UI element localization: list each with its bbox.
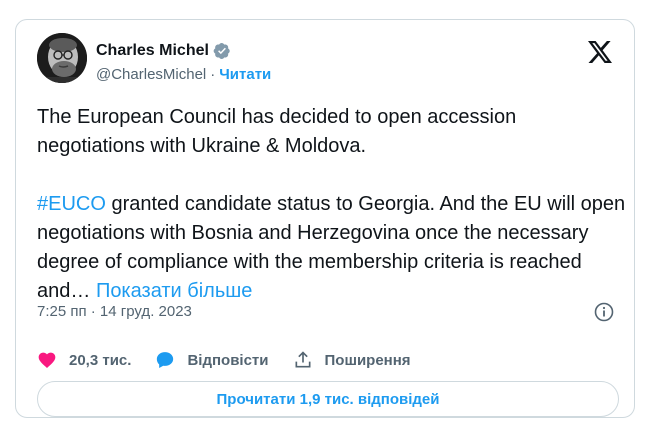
separator-dot: ·: [210, 65, 216, 83]
tweet-paragraph-2: #EUCO granted candidate status to Georgi…: [37, 190, 627, 306]
share-label: Поширення: [324, 351, 411, 369]
author-name[interactable]: Charles Michel: [96, 42, 209, 60]
tweet-timestamp[interactable]: 7:25 пп · 14 груд. 2023: [37, 303, 192, 320]
share-button[interactable]: Поширення: [293, 350, 411, 370]
info-icon[interactable]: [594, 302, 614, 322]
heart-icon: [38, 352, 56, 368]
tweet-paragraph-1: The European Council has decided to open…: [37, 106, 517, 157]
show-more-link[interactable]: Показати більше: [96, 280, 252, 302]
reply-bubble-icon: [157, 352, 174, 368]
follow-button[interactable]: Читати: [219, 66, 271, 83]
share-icon: [295, 351, 310, 368]
author-block: Charles Michel @CharlesMichel · Читати: [96, 40, 271, 85]
x-logo-icon[interactable]: [588, 41, 612, 63]
reply-label: Відповісти: [187, 351, 269, 369]
author-handle[interactable]: @CharlesMichel: [96, 66, 206, 83]
reply-button[interactable]: Відповісти: [155, 350, 269, 370]
like-count: 20,3 тис.: [69, 351, 132, 369]
read-replies-button[interactable]: Прочитати 1,9 тис. відповідей: [37, 381, 619, 417]
tweet-card: Charles Michel @CharlesMichel · Читати T…: [15, 19, 635, 418]
verified-badge-icon: [213, 42, 231, 60]
hashtag-link[interactable]: #EUCO: [37, 193, 106, 215]
like-button[interactable]: 20,3 тис.: [37, 350, 131, 370]
tweet-text: The European Council has decided to open…: [37, 103, 627, 306]
avatar[interactable]: [37, 33, 87, 83]
action-bar: 20,3 тис. Відповісти Поширення: [37, 348, 435, 372]
